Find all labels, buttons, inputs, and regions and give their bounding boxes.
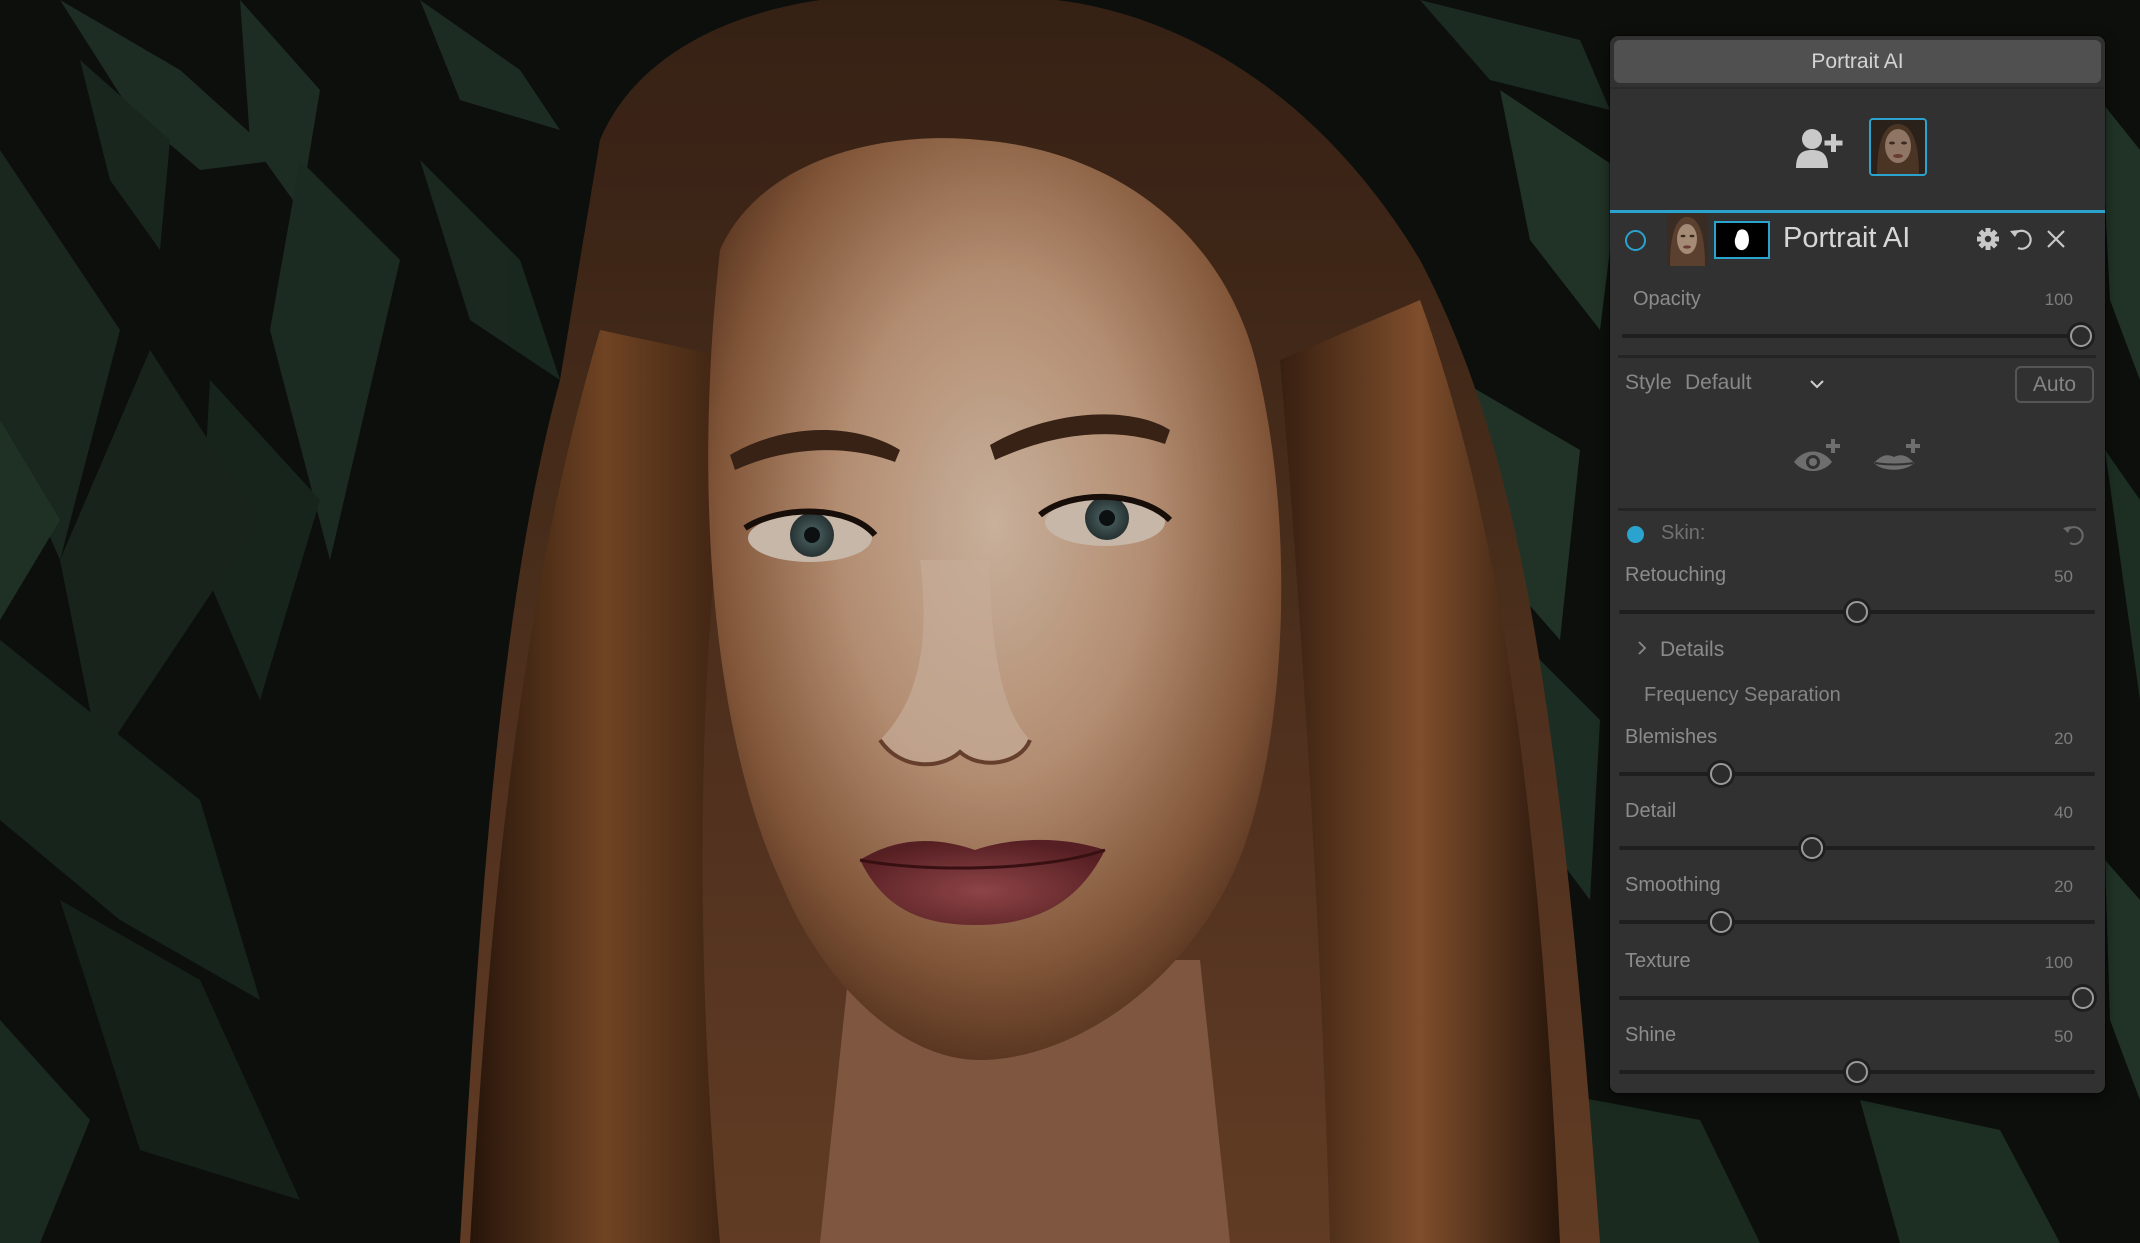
add-eye-button[interactable] [1792,436,1842,476]
blemishes-label: Blemishes [1625,726,1718,748]
style-dropdown-toggle[interactable] [1807,374,1827,394]
undo-icon [2010,229,2032,250]
texture-slider[interactable] [1619,987,2095,1009]
add-face-button[interactable] [1794,126,1844,170]
smoothing-slider[interactable] [1619,911,2095,933]
skin-label: Skin: [1661,522,1706,544]
face-thumbnail [1871,120,1925,174]
panel-title: Portrait AI [1811,49,1904,73]
auto-button[interactable]: Auto [2015,366,2094,403]
detail-value: 40 [2054,803,2073,822]
shine-slider-thumb[interactable] [1846,1061,1868,1083]
mask-thumbnail[interactable] [1714,221,1770,259]
chevron-down-icon [1810,380,1824,389]
smoothing-value: 20 [2054,877,2073,896]
shine-value: 50 [2054,1027,2073,1046]
opacity-slider-thumb[interactable] [2070,325,2092,347]
opacity-value: 100 [2044,290,2073,309]
layer-remove-button[interactable] [2042,225,2070,253]
frequency-separation-label: Frequency Separation [1644,684,1841,706]
layer-visibility-toggle[interactable] [1625,230,1646,251]
person-plus-icon [1796,129,1843,168]
style-label: Style [1625,371,1672,394]
texture-slider-thumb[interactable] [2072,987,2094,1009]
layer-name: Portrait AI [1783,222,1911,254]
add-lips-button[interactable] [1872,436,1922,476]
divider [1618,508,2096,511]
blemishes-slider[interactable] [1619,763,2095,785]
layer-thumbnail[interactable] [1667,214,1708,266]
layer-settings-button[interactable] [1974,225,2002,253]
detail-slider-thumb[interactable] [1800,837,1823,859]
texture-value: 100 [2044,953,2073,972]
skin-toggle[interactable] [1627,526,1644,543]
style-dropdown[interactable]: Default [1685,371,1752,395]
texture-label: Texture [1625,950,1691,972]
smoothing-slider-thumb[interactable] [1710,911,1733,933]
retouching-value: 50 [2054,567,2073,586]
opacity-label: Opacity [1633,288,1701,310]
divider [1610,87,2105,89]
retouching-slider[interactable] [1619,601,2095,623]
detail-label: Detail [1625,800,1677,822]
skin-reset-button[interactable] [2061,522,2087,548]
gear-icon [1977,228,1999,250]
shine-slider[interactable] [1619,1061,2095,1083]
details-label[interactable]: Details [1660,638,1724,662]
blemishes-slider-thumb[interactable] [1710,763,1733,785]
shine-label: Shine [1625,1024,1677,1046]
divider [1618,355,2096,358]
chevron-right-icon [1638,641,1647,655]
layer-face-thumbnail [1667,214,1708,266]
retouching-label: Retouching [1625,564,1727,586]
smoothing-label: Smoothing [1625,874,1721,896]
retouching-slider-thumb[interactable] [1846,601,1868,623]
layer-reset-button[interactable] [2008,225,2036,253]
mask-shape-icon [1734,229,1749,251]
detail-slider[interactable] [1619,837,2095,859]
close-icon [2047,230,2065,248]
lips-plus-icon [1874,439,1920,470]
details-expand-toggle[interactable] [1634,640,1650,656]
opacity-slider[interactable] [1622,325,2093,347]
panel-title-button[interactable]: Portrait AI [1614,40,2101,83]
selected-layer-indicator [1610,210,2105,213]
undo-icon [2063,526,2084,546]
eye-plus-icon [1794,439,1840,471]
portrait-ai-panel: Portrait AI Portrait AI Opacity 100 Styl… [1610,36,2105,1093]
face-thumbnail-button[interactable] [1869,118,1927,176]
blemishes-value: 20 [2054,729,2073,748]
